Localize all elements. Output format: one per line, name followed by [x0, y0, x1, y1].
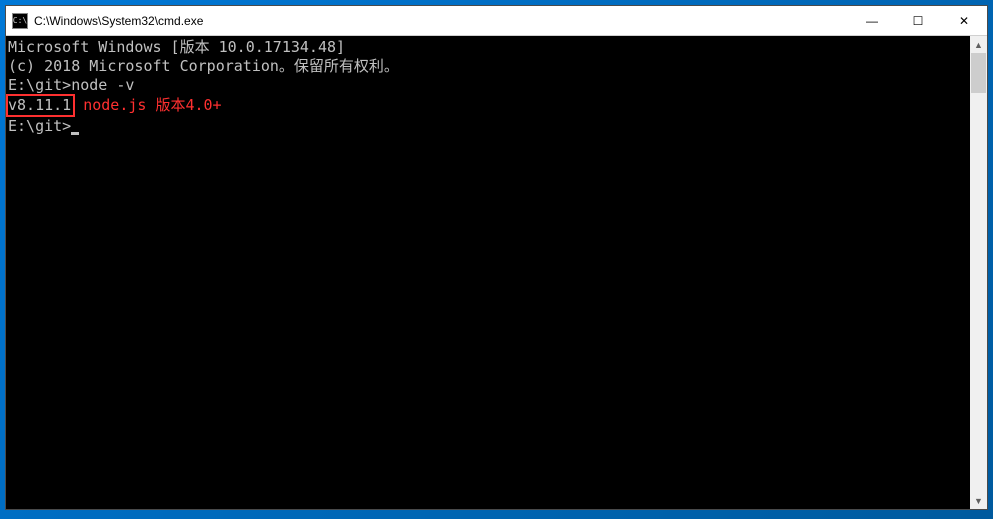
- terminal-line: E:\git>: [8, 117, 970, 136]
- titlebar[interactable]: C:\ C:\Windows\System32\cmd.exe — ☐ ✕: [6, 6, 987, 36]
- scroll-up-button[interactable]: ▲: [970, 36, 987, 53]
- minimize-button[interactable]: —: [849, 6, 895, 35]
- terminal-wrap: Microsoft Windows [版本 10.0.17134.48](c) …: [6, 36, 987, 509]
- prompt-command: node -v: [71, 76, 134, 94]
- scroll-thumb[interactable]: [971, 53, 986, 93]
- prompt-path: E:\git>: [8, 76, 71, 94]
- scrollbar[interactable]: ▲ ▼: [970, 36, 987, 509]
- terminal-line: v8.11.1 node.js 版本4.0+: [8, 94, 970, 117]
- scroll-down-button[interactable]: ▼: [970, 492, 987, 509]
- prompt-path: E:\git>: [8, 117, 71, 135]
- highlight-box: v8.11.1: [6, 94, 75, 117]
- cmd-icon: C:\: [12, 13, 28, 29]
- annotation-text: node.js 版本4.0+: [83, 96, 221, 114]
- cmd-window: C:\ C:\Windows\System32\cmd.exe — ☐ ✕ Mi…: [5, 5, 988, 510]
- terminal-line: (c) 2018 Microsoft Corporation。保留所有权利。: [8, 57, 970, 76]
- terminal-line: Microsoft Windows [版本 10.0.17134.48]: [8, 38, 970, 57]
- maximize-button[interactable]: ☐: [895, 6, 941, 35]
- close-button[interactable]: ✕: [941, 6, 987, 35]
- window-controls: — ☐ ✕: [849, 6, 987, 35]
- cursor: [71, 132, 79, 135]
- terminal-line: E:\git>node -v: [8, 76, 970, 95]
- node-version-output: v8.11.1: [8, 96, 71, 114]
- window-title: C:\Windows\System32\cmd.exe: [34, 14, 849, 28]
- terminal-output[interactable]: Microsoft Windows [版本 10.0.17134.48](c) …: [6, 36, 970, 509]
